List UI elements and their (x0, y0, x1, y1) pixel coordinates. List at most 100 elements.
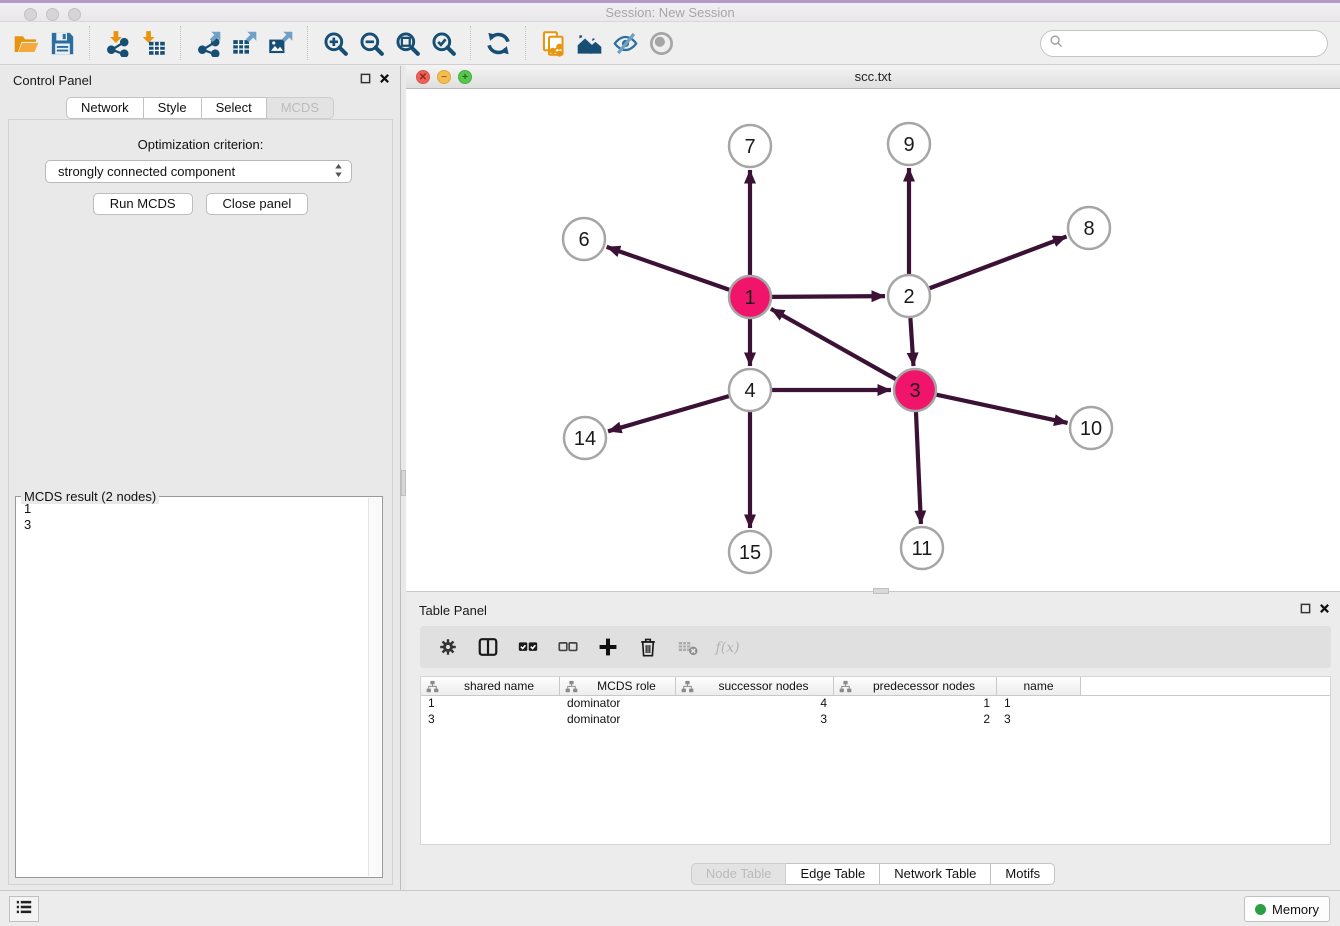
tab-style[interactable]: Style (144, 97, 202, 119)
tab-network-table[interactable]: Network Table (880, 863, 991, 885)
edge-3-11[interactable] (916, 412, 921, 524)
node-8[interactable]: 8 (1068, 207, 1110, 249)
svg-text:7: 7 (744, 136, 755, 158)
criterion-select[interactable]: strongly connected component (45, 160, 352, 183)
tab-select[interactable]: Select (202, 97, 267, 119)
edge-1-6[interactable] (607, 247, 730, 290)
tab-edge-table[interactable]: Edge Table (786, 863, 880, 885)
node-15[interactable]: 15 (729, 531, 771, 573)
table-cell[interactable]: 1 (997, 696, 1081, 712)
select-all-icon[interactable] (514, 633, 542, 661)
open-folder-icon[interactable] (8, 25, 44, 61)
tab-mcds[interactable]: MCDS (267, 97, 334, 119)
export-network-icon[interactable] (190, 25, 226, 61)
node-11[interactable]: 11 (901, 527, 943, 569)
svg-text:3: 3 (909, 380, 920, 402)
svg-text:9: 9 (903, 134, 914, 156)
close-table-panel-icon[interactable] (1319, 603, 1330, 614)
column-header-mcds-role[interactable]: MCDS role (560, 677, 676, 695)
home-icon[interactable] (571, 25, 607, 61)
edge-3-10[interactable] (937, 395, 1068, 423)
memory-status-icon (1255, 904, 1266, 915)
table-cell[interactable]: dominator (560, 696, 676, 712)
search-box[interactable] (1040, 30, 1328, 57)
import-network-icon[interactable] (99, 25, 135, 61)
network-graph[interactable]: 7 9 6 8 1 2 4 3 14 10 15 11 (406, 89, 1338, 592)
column-header-shared-name[interactable]: shared name (421, 677, 560, 695)
node-9[interactable]: 9 (888, 123, 930, 165)
table-cell[interactable]: 1 (421, 696, 560, 712)
edge-4-14[interactable] (608, 396, 729, 431)
gear-icon[interactable] (434, 633, 462, 661)
network-canvas[interactable]: 7 9 6 8 1 2 4 3 14 10 15 11 (406, 89, 1340, 591)
main-toolbar (0, 22, 1340, 65)
table-row[interactable]: 3dominator323 (421, 712, 1330, 728)
float-panel-icon[interactable] (360, 73, 371, 84)
eye-icon (643, 25, 679, 61)
memory-label: Memory (1272, 902, 1319, 917)
export-image-icon[interactable] (262, 25, 298, 61)
mcds-panel: Optimization criterion: strongly connect… (8, 119, 393, 885)
table-cell[interactable]: 3 (421, 712, 560, 728)
node-6[interactable]: 6 (563, 218, 605, 260)
edge-1-2[interactable] (772, 296, 885, 297)
save-icon[interactable] (44, 25, 80, 61)
horizontal-splitter-grip[interactable] (873, 588, 889, 594)
tab-node-table[interactable]: Node Table (691, 863, 787, 885)
zoom-out-icon[interactable] (353, 25, 389, 61)
node-7[interactable]: 7 (729, 125, 771, 167)
node-table[interactable]: shared nameMCDS rolesuccessor nodesprede… (420, 676, 1331, 845)
node-1[interactable]: 1 (729, 276, 771, 318)
node-10[interactable]: 10 (1070, 407, 1112, 449)
svg-text:11: 11 (912, 538, 933, 560)
float-table-panel-icon[interactable] (1300, 603, 1311, 614)
svg-text:6: 6 (578, 229, 589, 251)
column-header-name[interactable]: name (997, 677, 1081, 695)
edge-2-8[interactable] (930, 236, 1067, 288)
table-cell[interactable]: dominator (560, 712, 676, 728)
memory-button[interactable]: Memory (1244, 896, 1330, 922)
add-column-icon[interactable] (594, 633, 622, 661)
toolbar-separator (307, 26, 308, 60)
table-cell[interactable]: 3 (997, 712, 1081, 728)
close-panel-button[interactable]: Close panel (206, 193, 309, 215)
edge-3-1[interactable] (771, 309, 896, 379)
column-label: shared name (439, 679, 559, 693)
result-scrollbar[interactable] (368, 498, 381, 876)
hide-panels-icon[interactable] (607, 25, 643, 61)
close-panel-icon[interactable] (379, 73, 390, 84)
table-cell[interactable]: 3 (676, 712, 834, 728)
export-table-icon[interactable] (226, 25, 262, 61)
tab-network[interactable]: Network (66, 97, 144, 119)
zoom-in-icon[interactable] (317, 25, 353, 61)
node-14[interactable]: 14 (564, 417, 606, 459)
zoom-selected-icon[interactable] (425, 25, 461, 61)
column-header-predecessor-nodes[interactable]: predecessor nodes (834, 677, 997, 695)
run-mcds-button[interactable]: Run MCDS (93, 193, 193, 215)
column-label: name (997, 679, 1080, 693)
table-cell[interactable]: 4 (676, 696, 834, 712)
deselect-all-icon[interactable] (554, 633, 582, 661)
node-3[interactable]: 3 (894, 369, 936, 411)
clone-network-icon[interactable] (535, 25, 571, 61)
table-cell[interactable]: 1 (834, 696, 997, 712)
table-row[interactable]: 1dominator411 (421, 696, 1330, 712)
mcds-result-box[interactable]: MCDS result (2 nodes) 13 (15, 496, 383, 878)
split-view-icon[interactable] (474, 633, 502, 661)
column-type-icon (681, 680, 694, 693)
column-header-successor-nodes[interactable]: successor nodes (676, 677, 834, 695)
import-table-icon[interactable] (135, 25, 171, 61)
tab-motifs[interactable]: Motifs (991, 863, 1055, 885)
edge-2-3[interactable] (910, 318, 913, 366)
app-titlebar: Session: New Session (0, 0, 1340, 22)
task-history-button[interactable] (9, 896, 39, 922)
delete-column-icon[interactable] (634, 633, 662, 661)
toolbar-separator (89, 26, 90, 60)
refresh-icon[interactable] (480, 25, 516, 61)
table-cell[interactable]: 2 (834, 712, 997, 728)
zoom-fit-icon[interactable] (389, 25, 425, 61)
search-input[interactable] (1064, 34, 1327, 54)
node-2[interactable]: 2 (888, 275, 930, 317)
toolbar-separator (180, 26, 181, 60)
node-4[interactable]: 4 (729, 369, 771, 411)
